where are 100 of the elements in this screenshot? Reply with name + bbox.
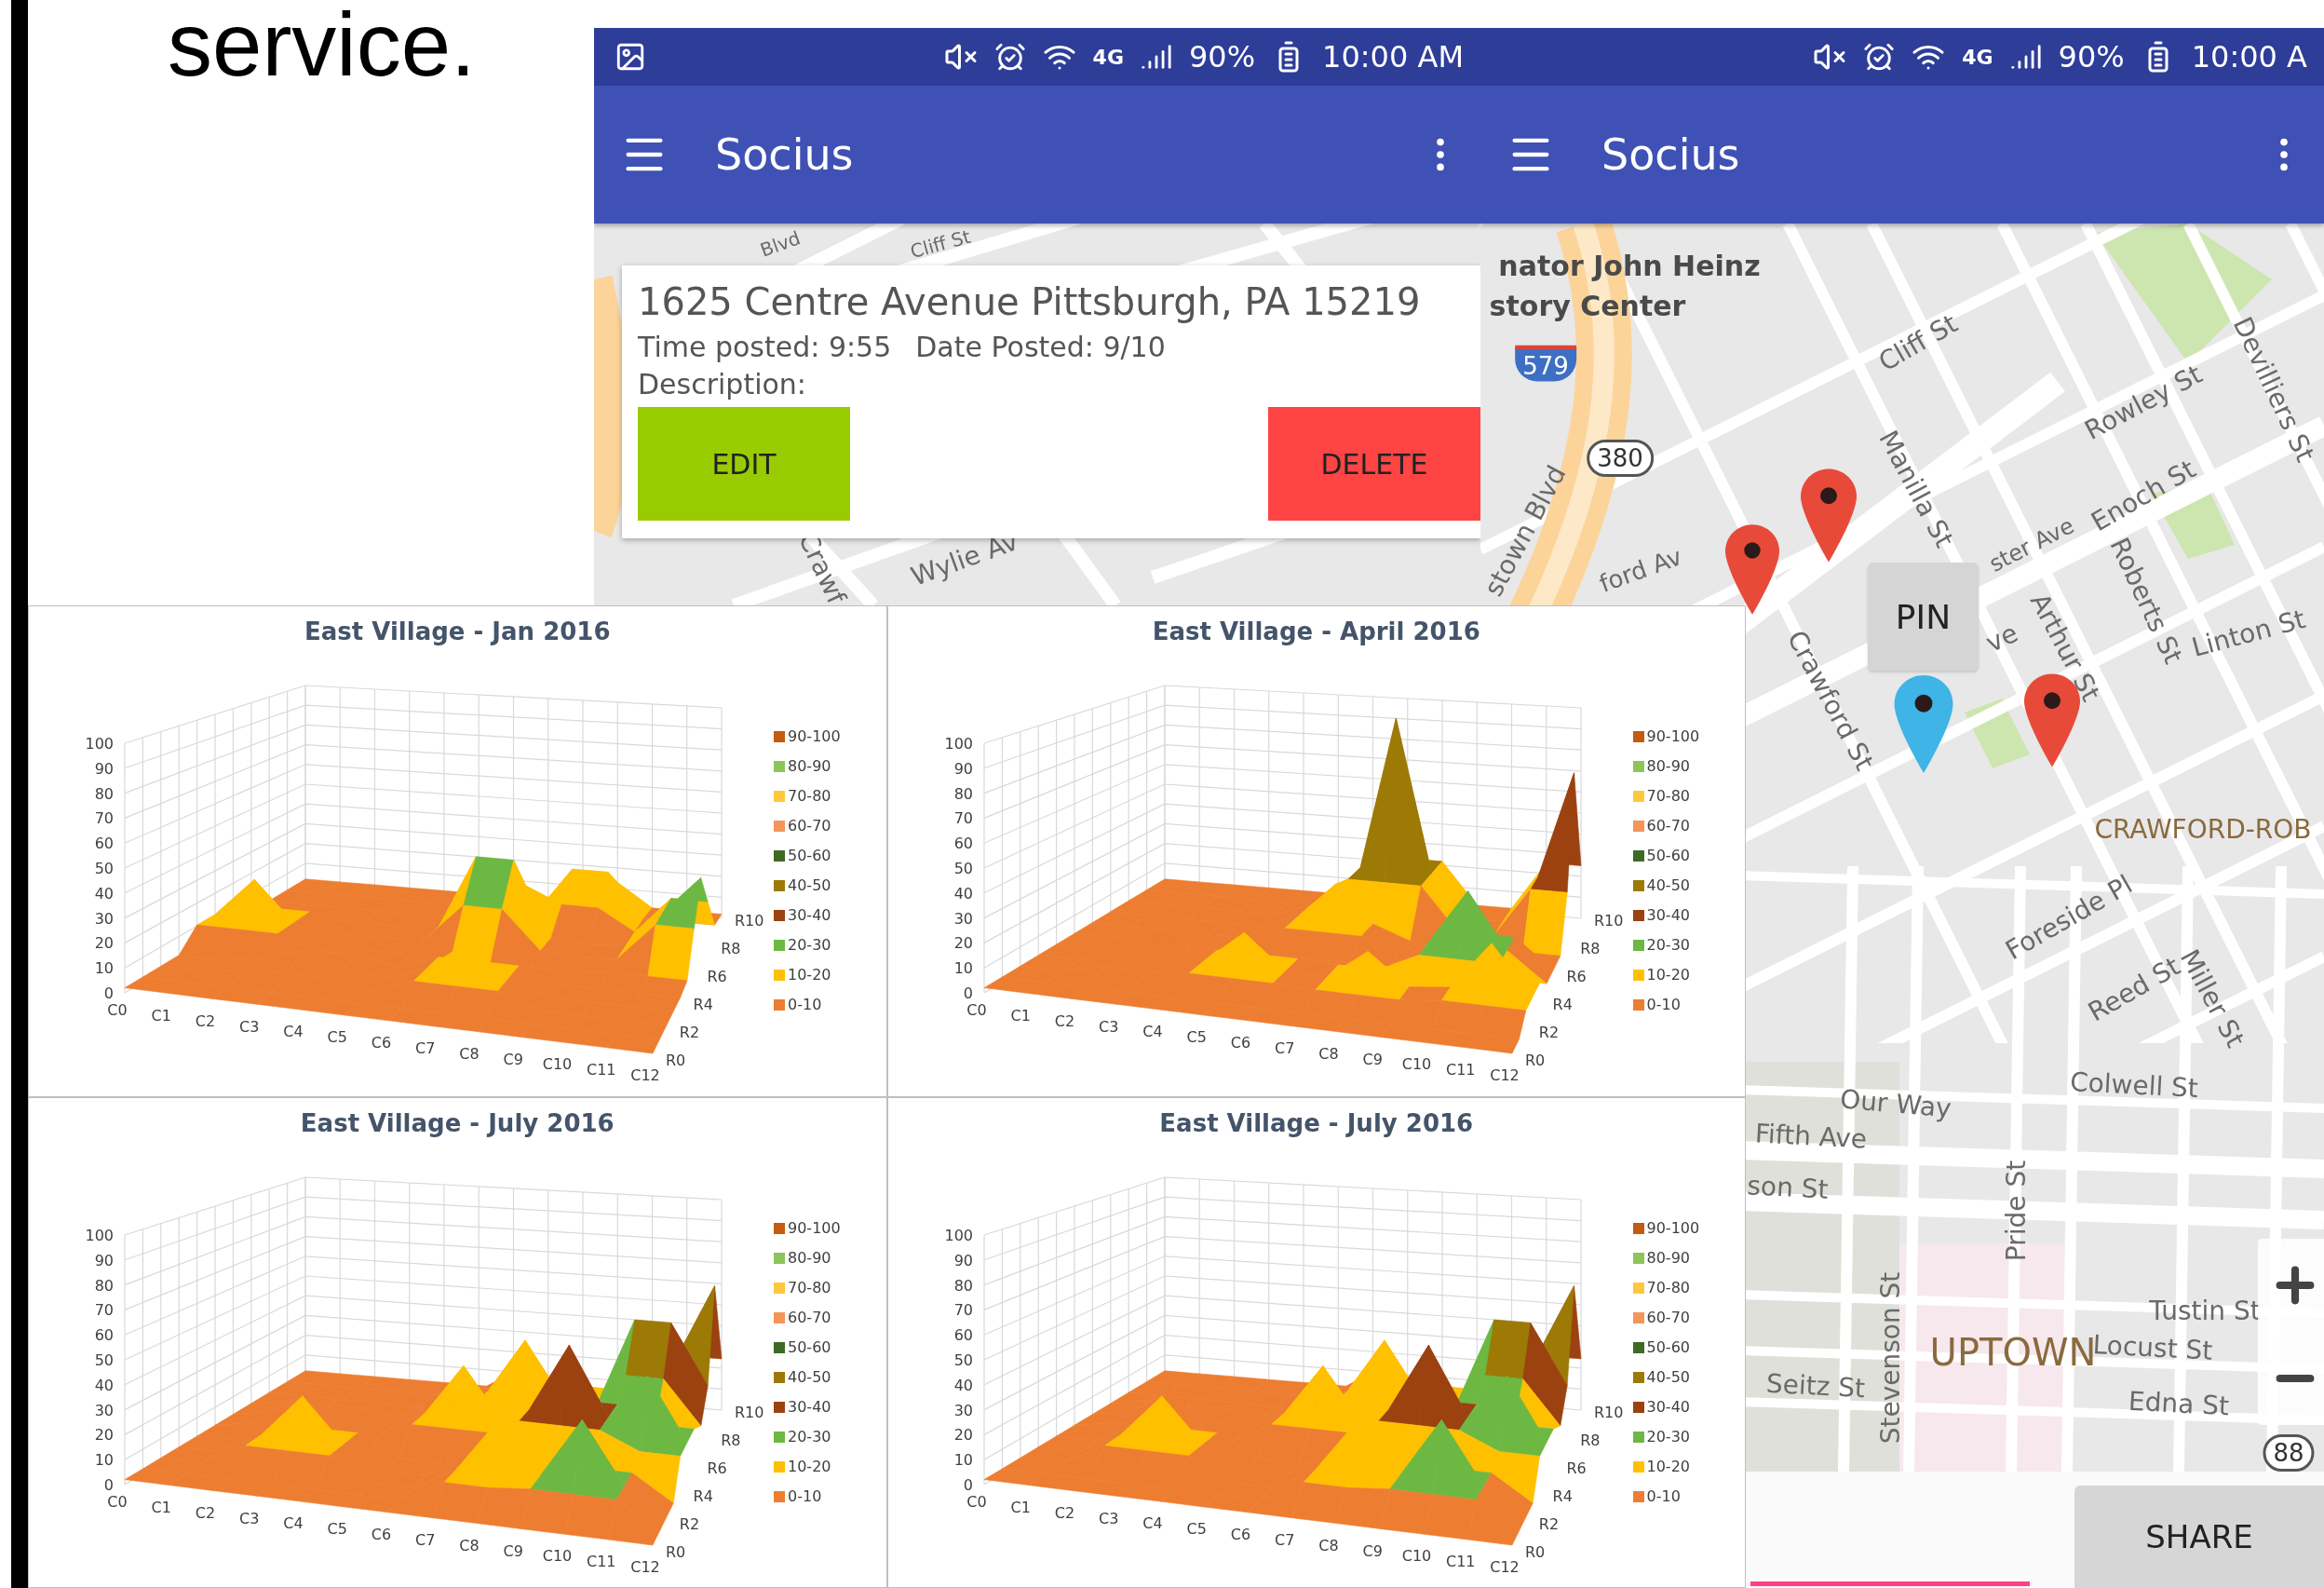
axis-tick-label: 10	[94, 1450, 114, 1469]
axis-tick-label: C5	[1186, 1028, 1207, 1047]
axis-tick-label: 30	[94, 1401, 114, 1419]
axis-tick-label: R4	[1552, 996, 1573, 1013]
axis-tick-label: C12	[1489, 1066, 1520, 1084]
street-label: story Center	[1489, 289, 1686, 322]
axis-tick-label: C9	[503, 1050, 523, 1068]
legend-label: 60-70	[788, 817, 831, 835]
axis-tick-label: C3	[1098, 1509, 1118, 1527]
axis-tick-label: 90	[94, 1251, 114, 1269]
description-label: Description:	[638, 367, 807, 402]
legend-label: 0-10	[1646, 1486, 1681, 1506]
legend-label: 70-80	[1646, 1278, 1690, 1297]
axis-tick-label: R10	[1593, 912, 1623, 930]
legend-label: 90-100	[788, 1218, 841, 1238]
axis-tick-label: 70	[953, 809, 973, 828]
pin-button[interactable]: PIN	[1868, 563, 1979, 671]
street-label: Wylie Av	[907, 525, 1022, 592]
network-label: 4G	[1092, 45, 1124, 69]
axis-tick-label: 10	[94, 959, 114, 978]
axis-tick-label: 50	[953, 860, 973, 877]
street-label: Cliff St	[1872, 307, 1964, 378]
axis-tick-label: C4	[283, 1023, 304, 1041]
legend-label: 30-40	[1646, 906, 1690, 925]
axis-tick-label: 40	[94, 884, 114, 903]
legend-label: 30-40	[788, 1397, 831, 1417]
axis-tick-label: 60	[94, 835, 114, 853]
street-label: Stevenson St	[1874, 1271, 1906, 1445]
axis-tick-label: C0	[966, 1001, 987, 1019]
battery-percent: 90%	[2058, 39, 2125, 75]
legend-label: 40-50	[788, 876, 831, 895]
axis-tick-label: C8	[1317, 1536, 1339, 1554]
share-button[interactable]: SHARE	[2074, 1486, 2324, 1588]
delete-button[interactable]: DELETE	[1268, 407, 1480, 521]
axis-tick-label: 60	[953, 835, 973, 853]
legend-label: 90-100	[788, 727, 841, 746]
axis-tick-label: C4	[283, 1513, 304, 1532]
legend-label: 10-20	[1646, 966, 1690, 984]
street-label: Edna St	[2128, 1385, 2230, 1422]
date-posted-text: Date Posted: 9/10	[915, 330, 1166, 365]
axis-tick-label: 40	[94, 1376, 114, 1394]
axis-tick-label: R6	[707, 968, 727, 985]
axis-tick-label: R0	[666, 1052, 686, 1069]
street-label: Seitz St	[1765, 1367, 1866, 1405]
axis-tick-label: C10	[1401, 1546, 1431, 1565]
axis-tick-label: C5	[327, 1028, 347, 1047]
street-label: ford Av	[1595, 542, 1686, 598]
axis-tick-label: 60	[953, 1325, 973, 1344]
chart-title: East Village - April 2016	[1152, 618, 1480, 647]
axis-tick-label: C1	[151, 1498, 171, 1516]
street-label: Tustin St	[2149, 1295, 2261, 1326]
axis-tick-label: C12	[630, 1557, 660, 1576]
axis-tick-label: C6	[371, 1034, 392, 1052]
legend-label: 90-100	[1646, 1218, 1700, 1238]
axis-tick-label: 80	[953, 1276, 973, 1295]
axis-tick-label: 0	[103, 984, 114, 1002]
axis-tick-label: 80	[953, 784, 973, 803]
axis-tick-label: 80	[94, 1276, 114, 1295]
app-title: Socius	[715, 129, 855, 180]
edit-button[interactable]: EDIT	[638, 407, 850, 521]
axis-tick-label: 50	[953, 1350, 973, 1369]
street-label: son St	[1746, 1170, 1830, 1205]
axis-tick-label: 20	[953, 1425, 973, 1444]
axis-tick-label: 70	[953, 1300, 973, 1319]
street-label: ve	[1980, 617, 2023, 659]
axis-tick-label: C3	[1098, 1017, 1118, 1036]
axis-tick-label: R6	[707, 1459, 727, 1477]
axis-tick-label: R6	[1565, 1459, 1587, 1477]
axis-tick-label: C11	[1445, 1061, 1475, 1079]
clock-time: 10:00 A	[2191, 39, 2307, 75]
legend-label: 20-30	[788, 936, 831, 955]
axis-tick-label: 70	[94, 809, 114, 828]
legend-label: 0-10	[788, 996, 822, 1014]
axis-tick-label: C8	[459, 1536, 480, 1554]
axis-tick-label: 60	[94, 1325, 114, 1344]
chart-title: East Village - July 2016	[1159, 1108, 1474, 1139]
axis-tick-label: R0	[666, 1542, 686, 1561]
street-label: Pride St	[2000, 1160, 2032, 1262]
axis-tick-label: 100	[85, 1226, 114, 1244]
axis-tick-label: C1	[1010, 1006, 1031, 1025]
axis-tick-label: C3	[239, 1017, 260, 1036]
axis-tick-label: C8	[459, 1044, 480, 1063]
slide-text: service.	[168, 0, 476, 89]
axis-tick-label: C10	[542, 1055, 573, 1074]
axis-tick-label: C12	[1489, 1557, 1520, 1576]
axis-tick-label: R4	[693, 1486, 713, 1505]
axis-tick-label: C3	[239, 1509, 260, 1527]
axis-tick-label: C7	[1274, 1530, 1294, 1549]
axis-tick-label: C11	[587, 1061, 616, 1079]
axis-tick-label: 40	[953, 884, 973, 903]
axis-tick-label: C0	[107, 1492, 128, 1511]
legend-label: 40-50	[1646, 1367, 1690, 1387]
axis-tick-label: C11	[1445, 1552, 1475, 1570]
clock-time: 10:00 AM	[1322, 39, 1464, 75]
axis-tick-label: 10	[953, 1450, 973, 1469]
axis-tick-label: C4	[1142, 1513, 1163, 1532]
axis-tick-label: 80	[94, 784, 114, 803]
street-label: ster Ave	[1984, 512, 2079, 577]
chart-title: East Village - July 2016	[300, 1108, 615, 1139]
axis-tick-label: 30	[953, 909, 973, 928]
